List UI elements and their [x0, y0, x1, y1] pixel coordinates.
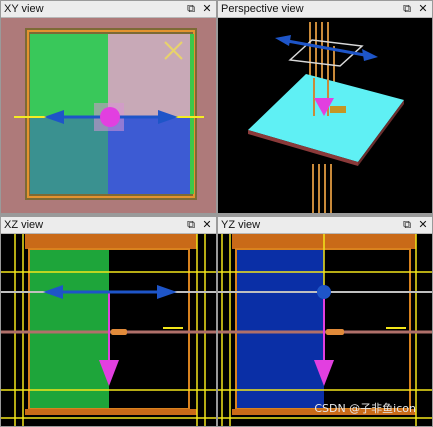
xy-viewport[interactable]: XY view ⧉ ✕ — [1, 1, 216, 213]
restore-icon[interactable]: ⧉ — [400, 2, 414, 16]
yz-view-titlebar: YZ view ⧉ ✕ — [218, 217, 432, 234]
yz-view-title: YZ view — [221, 219, 261, 231]
close-icon[interactable]: ✕ — [416, 218, 430, 232]
yz-scene[interactable] — [218, 234, 432, 426]
perspective-view-title: Perspective view — [221, 3, 304, 15]
perspective-view-titlebar: Perspective view ⧉ ✕ — [218, 1, 432, 18]
xy-gizmo-center-handle[interactable] — [100, 107, 120, 127]
xy-view-canvas[interactable] — [1, 18, 216, 213]
xz-view-titlebar: XZ view ⧉ ✕ — [1, 217, 216, 234]
xz-pivot-marker — [111, 329, 127, 335]
yz-blue-block — [236, 249, 324, 409]
xy-side-strip — [190, 34, 194, 194]
yz-gizmo-center-handle[interactable] — [317, 285, 331, 299]
perspective-view-canvas[interactable] — [218, 18, 432, 213]
xy-view-title: XY view — [4, 3, 44, 15]
close-icon[interactable]: ✕ — [200, 218, 214, 232]
perspective-viewport[interactable]: Perspective view ⧉ ✕ — [218, 1, 432, 213]
xz-view-title: XZ view — [4, 219, 44, 231]
close-icon[interactable]: ✕ — [200, 2, 214, 16]
xy-scene[interactable] — [1, 18, 216, 213]
xy-view-titlebar: XY view ⧉ ✕ — [1, 1, 216, 18]
xz-top-bar — [25, 234, 197, 249]
restore-icon[interactable]: ⧉ — [184, 218, 198, 232]
yz-viewport[interactable]: YZ view ⧉ ✕ CSDN @子非鱼icon — [218, 217, 432, 426]
restore-icon[interactable]: ⧉ — [184, 2, 198, 16]
xz-scene[interactable] — [1, 234, 216, 426]
restore-icon[interactable]: ⧉ — [400, 218, 414, 232]
perspective-small-object — [330, 106, 346, 113]
yz-pivot-marker — [326, 329, 344, 335]
yz-view-canvas[interactable]: CSDN @子非鱼icon — [218, 234, 432, 426]
xz-green-block — [29, 249, 109, 409]
watermark-text: CSDN @子非鱼icon — [314, 402, 416, 415]
perspective-scene[interactable] — [218, 18, 432, 213]
close-icon[interactable]: ✕ — [416, 2, 430, 16]
xz-bottom-bar — [25, 409, 197, 415]
xz-view-canvas[interactable] — [1, 234, 216, 426]
xz-viewport[interactable]: XZ view ⧉ ✕ — [1, 217, 216, 426]
